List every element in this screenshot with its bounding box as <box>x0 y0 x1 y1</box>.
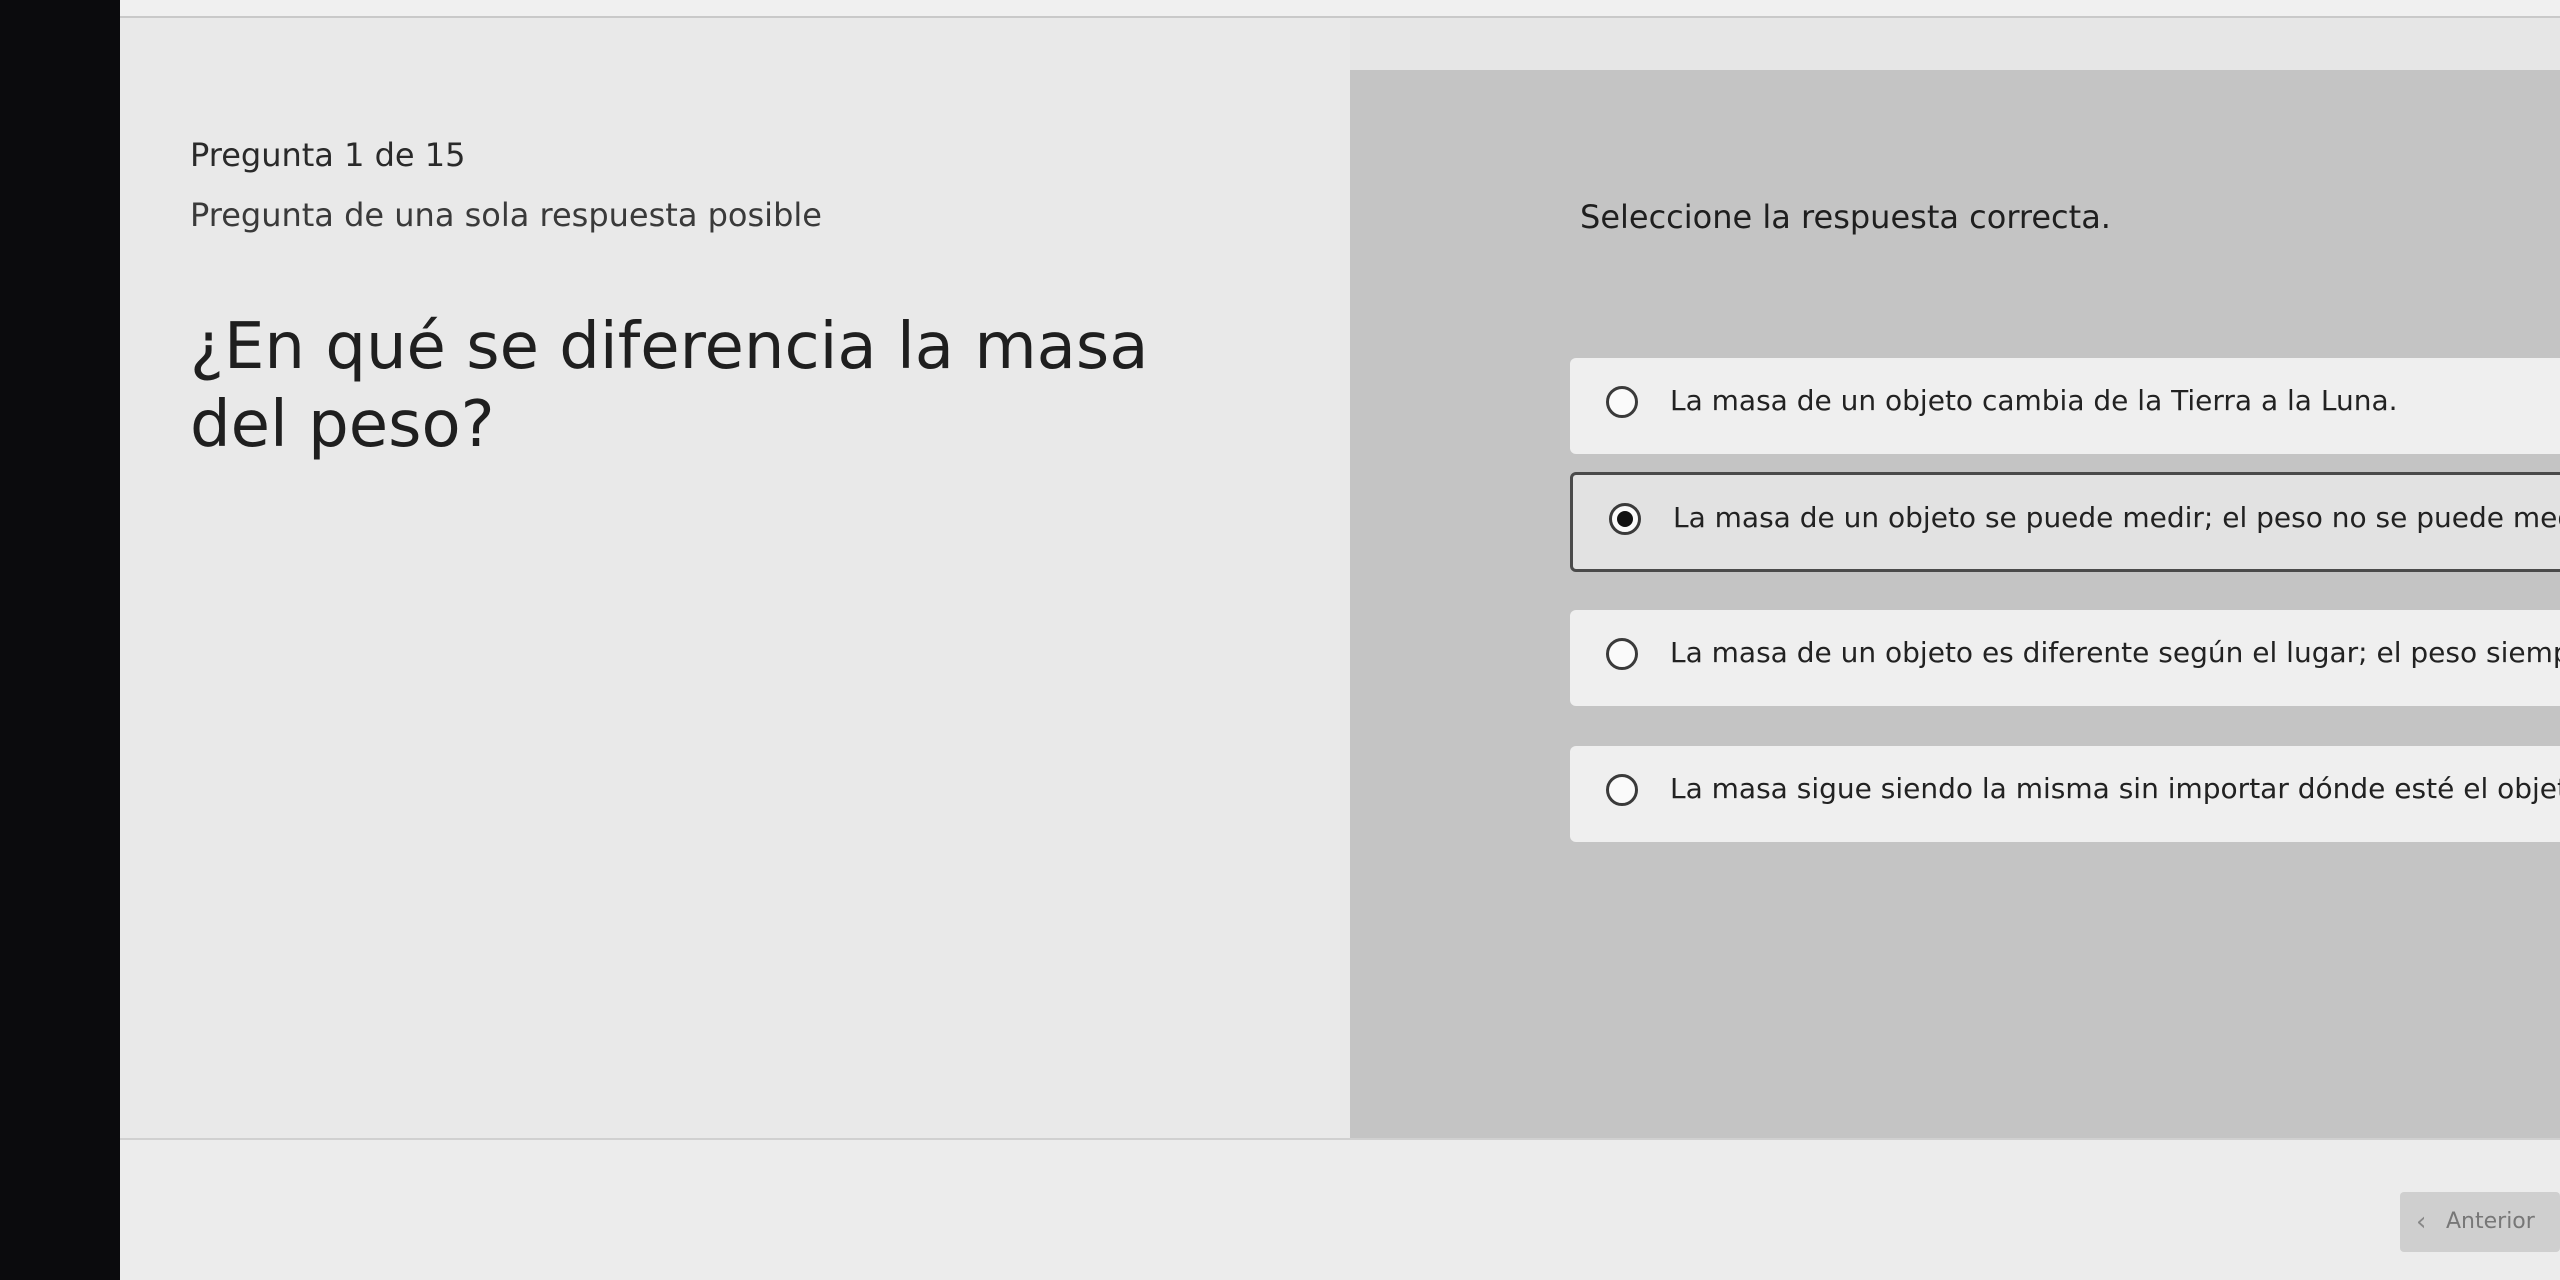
answer-option-2[interactable]: La masa de un objeto se puede medir; el … <box>1570 472 2560 572</box>
radio-button[interactable] <box>1606 638 1638 670</box>
previous-button[interactable]: ‹ Anterior <box>2400 1192 2560 1252</box>
answer-option-label: La masa de un objeto se puede medir; el … <box>1673 501 2560 534</box>
answer-option-label: La masa de un objeto es diferente según … <box>1670 636 2560 669</box>
answer-panel: Seleccione la respuesta correcta. La mas… <box>1350 70 2560 1150</box>
answer-instruction: Seleccione la respuesta correcta. <box>1580 198 2111 236</box>
question-number: Pregunta 1 de 15 <box>190 136 466 174</box>
answer-option-4[interactable]: La masa sigue siendo la misma sin import… <box>1570 746 2560 842</box>
radio-button-selected[interactable] <box>1609 503 1641 535</box>
question-type: Pregunta de una sola respuesta posible <box>190 196 822 234</box>
top-divider <box>120 0 2560 18</box>
answer-option-label: La masa de un objeto cambia de la Tierra… <box>1670 384 2398 417</box>
question-text: ¿En qué se diferencia la masa del peso? <box>190 310 1149 462</box>
bottom-navigation-bar: ‹ Anterior <box>120 1138 2560 1280</box>
previous-button-label: Anterior <box>2446 1209 2535 1234</box>
radio-button[interactable] <box>1606 774 1638 806</box>
answer-option-label: La masa sigue siendo la misma sin import… <box>1670 772 2560 805</box>
quiz-screen: Pregunta 1 de 15 Pregunta de una sola re… <box>120 0 2560 1280</box>
answer-option-3[interactable]: La masa de un objeto es diferente según … <box>1570 610 2560 706</box>
radio-button[interactable] <box>1606 386 1638 418</box>
answer-option-1[interactable]: La masa de un objeto cambia de la Tierra… <box>1570 358 2560 454</box>
question-panel: Pregunta 1 de 15 Pregunta de una sola re… <box>120 18 1350 1138</box>
chevron-left-icon: ‹ <box>2416 1207 2427 1237</box>
